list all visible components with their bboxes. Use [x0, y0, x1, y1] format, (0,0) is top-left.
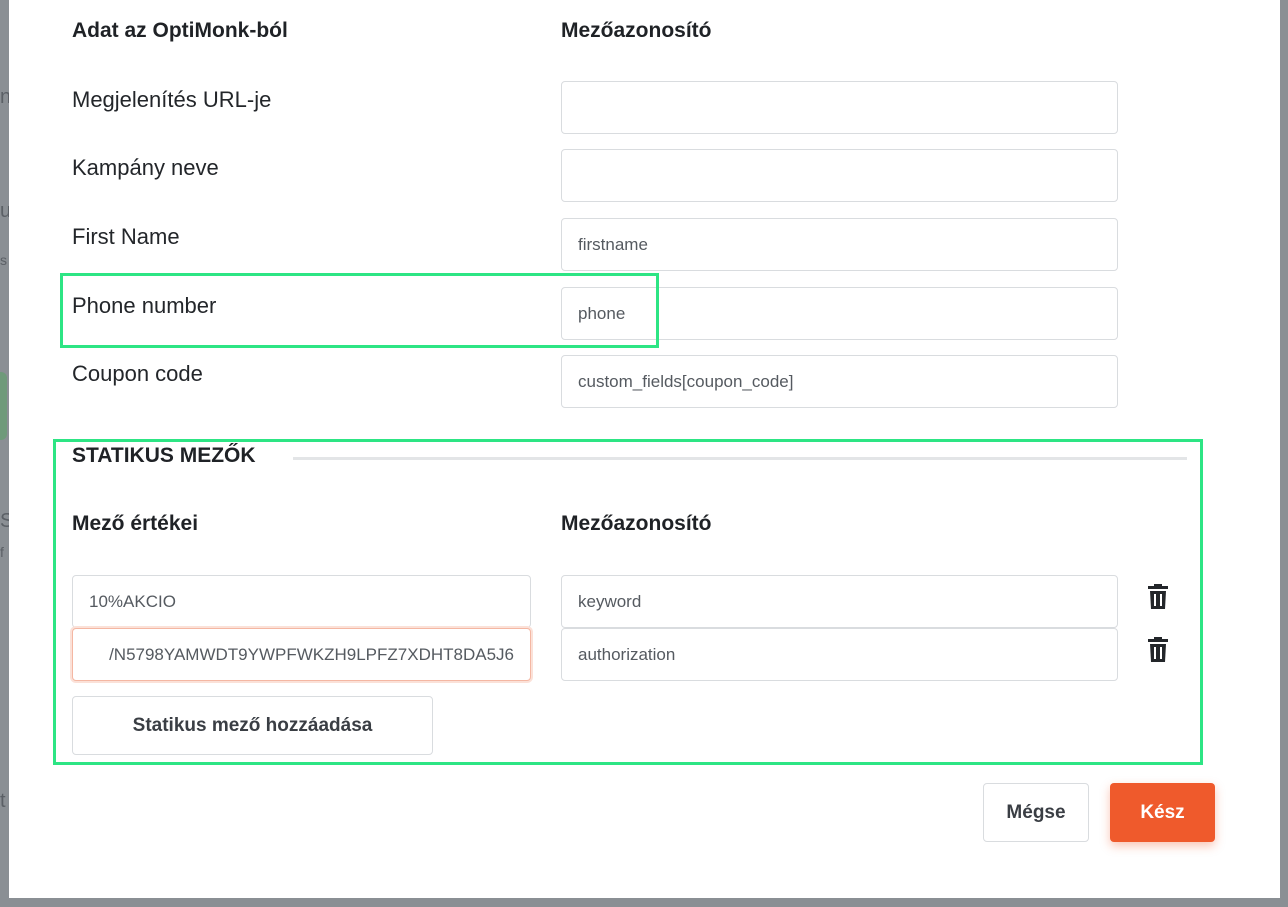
- field-id-input-campaign-name[interactable]: [561, 149, 1118, 202]
- highlight-box-static-fields: [53, 439, 1203, 765]
- row-label-display-url: Megjelenítés URL-je: [72, 87, 272, 112]
- backdrop-text: f: [0, 544, 4, 560]
- backdrop-card: [0, 372, 7, 440]
- row-label-first-name: First Name: [72, 224, 180, 249]
- column-header-field-id: Mezőazonosító: [561, 19, 712, 42]
- row-label-campaign-name: Kampány neve: [72, 155, 219, 180]
- backdrop-text: s: [0, 252, 7, 268]
- field-id-input-first-name[interactable]: firstname: [561, 218, 1118, 271]
- column-header-data: Adat az OptiMonk-ból: [72, 19, 288, 42]
- backdrop-text: t: [0, 790, 6, 812]
- field-id-input-coupon-code[interactable]: custom_fields[coupon_code]: [561, 355, 1118, 408]
- field-mapping-modal: Adat az OptiMonk-ból Mezőazonosító Megje…: [9, 0, 1280, 898]
- cancel-button[interactable]: Mégse: [983, 783, 1089, 842]
- row-label-coupon-code: Coupon code: [72, 361, 203, 386]
- field-id-input-display-url[interactable]: [561, 81, 1118, 134]
- highlight-box-phone: [60, 273, 659, 348]
- done-button[interactable]: Kész: [1110, 783, 1215, 842]
